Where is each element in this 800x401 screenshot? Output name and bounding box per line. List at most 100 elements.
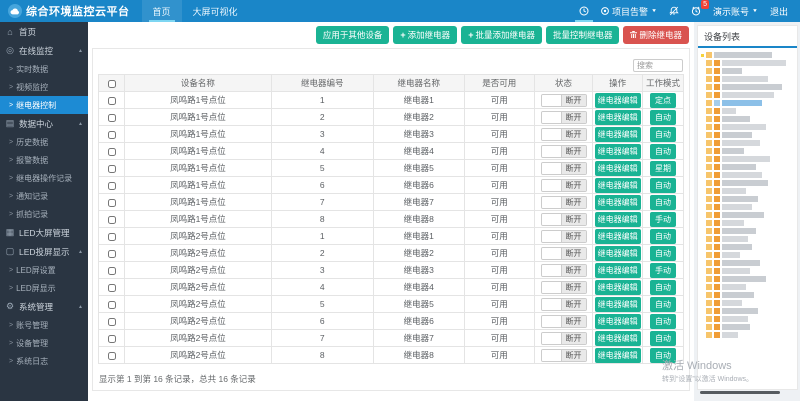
relay-edit-button[interactable]: 继电器编辑 [594, 228, 641, 244]
device-tree-row[interactable] [701, 244, 795, 250]
project-alarm-dropdown[interactable]: 项目告警 ▼ [601, 5, 657, 18]
row-checkbox[interactable] [107, 249, 116, 258]
sidebar-item-history-data[interactable]: > 历史数据 [0, 133, 88, 151]
device-tree-row[interactable] [701, 300, 795, 306]
device-tree-row[interactable] [701, 332, 795, 338]
status-toggle[interactable]: 断开 [540, 161, 587, 175]
work-mode-badge[interactable]: 手动 [650, 211, 676, 227]
relay-edit-button[interactable]: 继电器编辑 [594, 245, 641, 261]
sidebar-item-led-screen-show[interactable]: > LED屏显示 [0, 279, 88, 297]
device-tree-row[interactable] [701, 252, 795, 258]
bell-muted-icon[interactable] [669, 6, 679, 16]
device-tree-row[interactable] [701, 188, 795, 194]
relay-edit-button[interactable]: 继电器编辑 [594, 160, 641, 176]
row-checkbox[interactable] [107, 266, 116, 275]
relay-edit-button[interactable]: 继电器编辑 [594, 194, 641, 210]
relay-edit-button[interactable]: 继电器编辑 [594, 92, 641, 108]
status-toggle[interactable]: 断开 [540, 110, 587, 124]
apply-other-devices-button[interactable]: 应用于其他设备 [315, 26, 390, 44]
device-tree-row[interactable] [701, 204, 795, 210]
row-checkbox[interactable] [107, 300, 116, 309]
device-tree-row[interactable] [701, 68, 795, 74]
sidebar-item-snapshot-records[interactable]: > 抓拍记录 [0, 205, 88, 223]
device-tree-row[interactable] [701, 60, 795, 66]
clock-icon[interactable] [575, 6, 594, 22]
device-tree-row[interactable] [701, 84, 795, 90]
device-tree-row-selected[interactable] [701, 100, 795, 106]
logout-link[interactable]: 退出 [770, 5, 788, 18]
status-toggle[interactable]: 断开 [540, 280, 587, 294]
work-mode-badge[interactable]: 自动 [650, 279, 676, 295]
status-toggle[interactable]: 断开 [540, 229, 587, 243]
status-toggle[interactable]: 断开 [540, 263, 587, 277]
work-mode-badge[interactable]: 自动 [650, 296, 676, 312]
sidebar-item-realtime-data[interactable]: > 实时数据 [0, 60, 88, 78]
work-mode-badge[interactable]: 自动 [650, 245, 676, 261]
relay-edit-button[interactable]: 继电器编辑 [594, 347, 641, 363]
device-tree-row[interactable] [701, 140, 795, 146]
device-tree-row[interactable] [701, 108, 795, 114]
account-dropdown[interactable]: 演示账号 ▼ [713, 5, 758, 18]
row-checkbox[interactable] [107, 181, 116, 190]
status-toggle[interactable]: 断开 [540, 178, 587, 192]
work-mode-badge[interactable]: 自动 [650, 109, 676, 125]
relay-edit-button[interactable]: 继电器编辑 [594, 109, 641, 125]
status-toggle[interactable]: 断开 [540, 314, 587, 328]
sidebar-item-online-monitor[interactable]: ◎ 在线监控 ▲ [0, 41, 88, 60]
sidebar-item-led-screen-set[interactable]: > LED屏设置 [0, 261, 88, 279]
select-all-checkbox[interactable] [107, 79, 116, 88]
work-mode-badge[interactable]: 手动 [650, 262, 676, 278]
row-checkbox[interactable] [107, 334, 116, 343]
work-mode-badge[interactable]: 自动 [650, 177, 676, 193]
status-toggle[interactable]: 断开 [540, 297, 587, 311]
work-mode-badge[interactable]: 定点 [650, 92, 676, 108]
sidebar-item-led-screen-mgmt[interactable]: ▦ LED大屏管理 [0, 223, 88, 242]
status-toggle[interactable]: 断开 [540, 212, 587, 226]
row-checkbox[interactable] [107, 215, 116, 224]
work-mode-badge[interactable]: 自动 [650, 347, 676, 363]
device-tree-row[interactable] [701, 276, 795, 282]
sidebar-item-home[interactable]: ⌂ 首页 [0, 22, 88, 41]
delete-relay-button[interactable]: 删除继电器 [623, 26, 689, 44]
row-checkbox[interactable] [107, 164, 116, 173]
status-toggle[interactable]: 断开 [540, 195, 587, 209]
row-checkbox[interactable] [107, 351, 116, 360]
relay-edit-button[interactable]: 继电器编辑 [594, 211, 641, 227]
status-toggle[interactable]: 断开 [540, 246, 587, 260]
work-mode-badge[interactable]: 自动 [650, 143, 676, 159]
row-checkbox[interactable] [107, 198, 116, 207]
device-tree-row[interactable] [701, 148, 795, 154]
device-tree-row[interactable] [701, 156, 795, 162]
row-checkbox[interactable] [107, 283, 116, 292]
work-mode-badge[interactable]: 自动 [650, 194, 676, 210]
status-toggle[interactable]: 断开 [540, 331, 587, 345]
status-toggle[interactable]: 断开 [540, 127, 587, 141]
relay-edit-button[interactable]: 继电器编辑 [594, 262, 641, 278]
sidebar-item-data-center[interactable]: ▤ 数据中心 ▲ [0, 114, 88, 133]
horizontal-scrollbar[interactable] [700, 391, 780, 394]
sidebar-item-system-mgmt[interactable]: ⚙ 系统管理 ▲ [0, 297, 88, 316]
relay-edit-button[interactable]: 继电器编辑 [594, 313, 641, 329]
add-relay-button[interactable]: + 添加继电器 [393, 26, 458, 44]
search-input[interactable] [633, 59, 683, 72]
device-tree-row[interactable] [701, 236, 795, 242]
status-toggle[interactable]: 断开 [540, 144, 587, 158]
relay-edit-button[interactable]: 继电器编辑 [594, 177, 641, 193]
device-tree-row[interactable] [701, 124, 795, 130]
sidebar-item-video-monitor[interactable]: > 视频监控 [0, 78, 88, 96]
device-tree-row[interactable] [701, 284, 795, 290]
relay-edit-button[interactable]: 继电器编辑 [594, 126, 641, 142]
device-tree-row[interactable] [701, 76, 795, 82]
row-checkbox[interactable] [107, 232, 116, 241]
batch-control-relay-button[interactable]: 批量控制继电器 [545, 26, 620, 44]
relay-edit-button[interactable]: 继电器编辑 [594, 296, 641, 312]
work-mode-badge[interactable]: 自动 [650, 313, 676, 329]
device-tree-row[interactable] [701, 172, 795, 178]
work-mode-badge[interactable]: 自动 [650, 330, 676, 346]
row-checkbox[interactable] [107, 96, 116, 105]
device-tree-row[interactable] [701, 52, 795, 58]
sidebar-item-led-cast-display[interactable]: ▢ LED投屏显示 ▲ [0, 242, 88, 261]
device-tree-row[interactable] [701, 116, 795, 122]
sidebar-item-system-log[interactable]: > 系统日志 [0, 352, 88, 370]
device-tree-row[interactable] [701, 132, 795, 138]
